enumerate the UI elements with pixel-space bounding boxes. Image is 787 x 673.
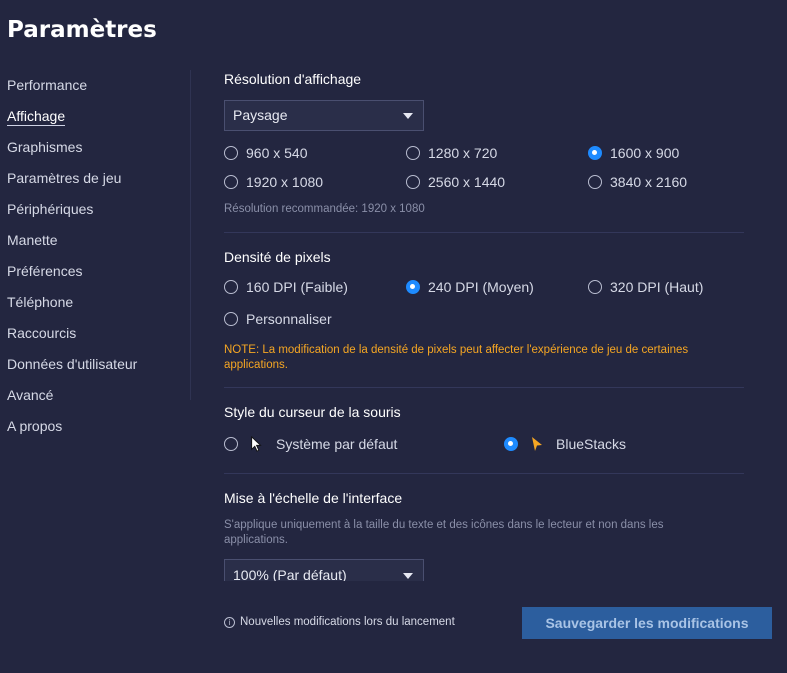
radio-button[interactable]	[224, 312, 238, 326]
sidebar-item-parametres-de-jeu[interactable]: Paramètres de jeu	[0, 163, 190, 194]
white-arrow-cursor-icon	[251, 436, 262, 452]
resolution-option-1280x720[interactable]: 1280 x 720	[406, 145, 497, 161]
sidebar-item-raccourcis[interactable]: Raccourcis	[0, 318, 190, 349]
radio-button[interactable]	[588, 175, 602, 189]
radio-button-checked[interactable]	[504, 437, 518, 451]
sidebar-item-label: Préférences	[7, 263, 83, 279]
sidebar-item-label: Périphériques	[7, 201, 94, 217]
sidebar-item-telephone[interactable]: Téléphone	[0, 287, 190, 318]
radio-label: 1280 x 720	[428, 145, 498, 161]
sidebar-item-label: Performance	[7, 77, 88, 93]
sidebar-item-manette[interactable]: Manette	[0, 225, 190, 256]
radio-button[interactable]	[224, 146, 238, 160]
radio-button-checked[interactable]	[406, 280, 420, 294]
chevron-down-icon	[403, 573, 413, 579]
sidebar-divider	[190, 70, 191, 400]
density-section-title: Densité de pixels	[224, 249, 331, 265]
radio-button[interactable]	[224, 280, 238, 294]
radio-button[interactable]	[224, 437, 238, 451]
radio-label: Personnaliser	[246, 311, 332, 327]
orientation-dropdown-value: Paysage	[233, 107, 288, 123]
chevron-down-icon	[403, 113, 413, 119]
sidebar-item-label: Paramètres de jeu	[7, 170, 122, 186]
density-note-line: NOTE: La modification de la densité de p…	[224, 344, 689, 356]
page-title: Paramètres	[7, 17, 157, 43]
radio-label: Système par défaut	[276, 436, 398, 452]
sidebar-item-label: Téléphone	[7, 294, 74, 310]
section-divider	[224, 232, 744, 233]
sidebar-item-avance[interactable]: Avancé	[0, 380, 190, 411]
density-option-240[interactable]: 240 DPI (Moyen)	[406, 279, 534, 295]
sidebar-item-donnees-utilisateur[interactable]: Données d'utilisateur	[0, 349, 190, 380]
sidebar-item-affichage[interactable]: Affichage	[0, 101, 190, 132]
sidebar-item-preferences[interactable]: Préférences	[0, 256, 190, 287]
radio-label: 1600 x 900	[610, 145, 680, 161]
sidebar: Performance Affichage Graphismes Paramèt…	[0, 70, 190, 442]
sidebar-item-graphismes[interactable]: Graphismes	[0, 132, 190, 163]
density-option-custom[interactable]: Personnaliser	[224, 311, 332, 327]
radio-label: 3840 x 2160	[610, 174, 688, 190]
scale-dropdown[interactable]: 100% (Par défaut)	[224, 559, 424, 581]
sidebar-item-label: A propos	[7, 418, 63, 434]
radio-button[interactable]	[588, 280, 602, 294]
sidebar-item-label: Avancé	[7, 387, 54, 403]
radio-button-checked[interactable]	[588, 146, 602, 160]
resolution-section-title: Résolution d'affichage	[224, 71, 362, 87]
footer-info-text: Nouvelles modifications lors du lancemen…	[240, 616, 455, 628]
scale-hint: S'applique uniquement à la taille du tex…	[224, 518, 754, 548]
radio-label: 320 DPI (Haut)	[610, 279, 704, 295]
resolution-option-2560x1440[interactable]: 2560 x 1440	[406, 174, 505, 190]
resolution-option-1600x900[interactable]: 1600 x 900	[588, 145, 679, 161]
scale-hint-line: S'applique uniquement à la taille du tex…	[224, 519, 664, 531]
scale-section-title: Mise à l'échelle de l'interface	[224, 490, 403, 506]
section-divider	[224, 473, 744, 474]
sidebar-item-label: Raccourcis	[7, 325, 77, 341]
scale-hint-line: applications.	[224, 534, 288, 546]
resolution-option-1920x1080[interactable]: 1920 x 1080	[224, 174, 323, 190]
radio-label: BlueStacks	[556, 436, 627, 452]
section-divider	[224, 387, 744, 388]
cursor-option-system[interactable]: Système par défaut	[224, 436, 397, 452]
radio-label: 1920 x 1080	[246, 174, 324, 190]
info-icon: i	[224, 616, 235, 628]
density-note: NOTE: La modification de la densité de p…	[224, 343, 754, 373]
orange-arrow-cursor-icon	[532, 437, 542, 451]
save-button[interactable]: Sauvegarder les modifications	[522, 607, 772, 639]
recommended-resolution-hint: Résolution recommandée: 1920 x 1080	[224, 203, 425, 215]
orientation-dropdown[interactable]: Paysage	[224, 100, 424, 131]
sidebar-item-label: Affichage	[7, 108, 66, 126]
radio-label: 240 DPI (Moyen)	[428, 279, 534, 295]
sidebar-item-performance[interactable]: Performance	[0, 70, 190, 101]
sidebar-item-label: Graphismes	[7, 139, 83, 155]
radio-button[interactable]	[224, 175, 238, 189]
cursor-section-title: Style du curseur de la souris	[224, 404, 401, 420]
radio-button[interactable]	[406, 146, 420, 160]
cursor-option-bluestacks[interactable]: BlueStacks	[504, 436, 626, 452]
radio-label: 160 DPI (Faible)	[246, 279, 348, 295]
radio-button[interactable]	[406, 175, 420, 189]
radio-label: 960 x 540	[246, 145, 308, 161]
footer-info: i Nouvelles modifications lors du lancem…	[224, 616, 455, 628]
sidebar-item-peripheriques[interactable]: Périphériques	[0, 194, 190, 225]
density-option-320[interactable]: 320 DPI (Haut)	[588, 279, 703, 295]
density-option-160[interactable]: 160 DPI (Faible)	[224, 279, 348, 295]
radio-label: 2560 x 1440	[428, 174, 506, 190]
density-note-line: applications.	[224, 359, 288, 371]
sidebar-item-a-propos[interactable]: A propos	[0, 411, 190, 442]
resolution-option-3840x2160[interactable]: 3840 x 2160	[588, 174, 687, 190]
scale-dropdown-value: 100% (Par défaut)	[233, 567, 347, 581]
resolution-option-960x540[interactable]: 960 x 540	[224, 145, 308, 161]
sidebar-item-label: Données d'utilisateur	[7, 356, 138, 372]
sidebar-item-label: Manette	[7, 232, 58, 248]
